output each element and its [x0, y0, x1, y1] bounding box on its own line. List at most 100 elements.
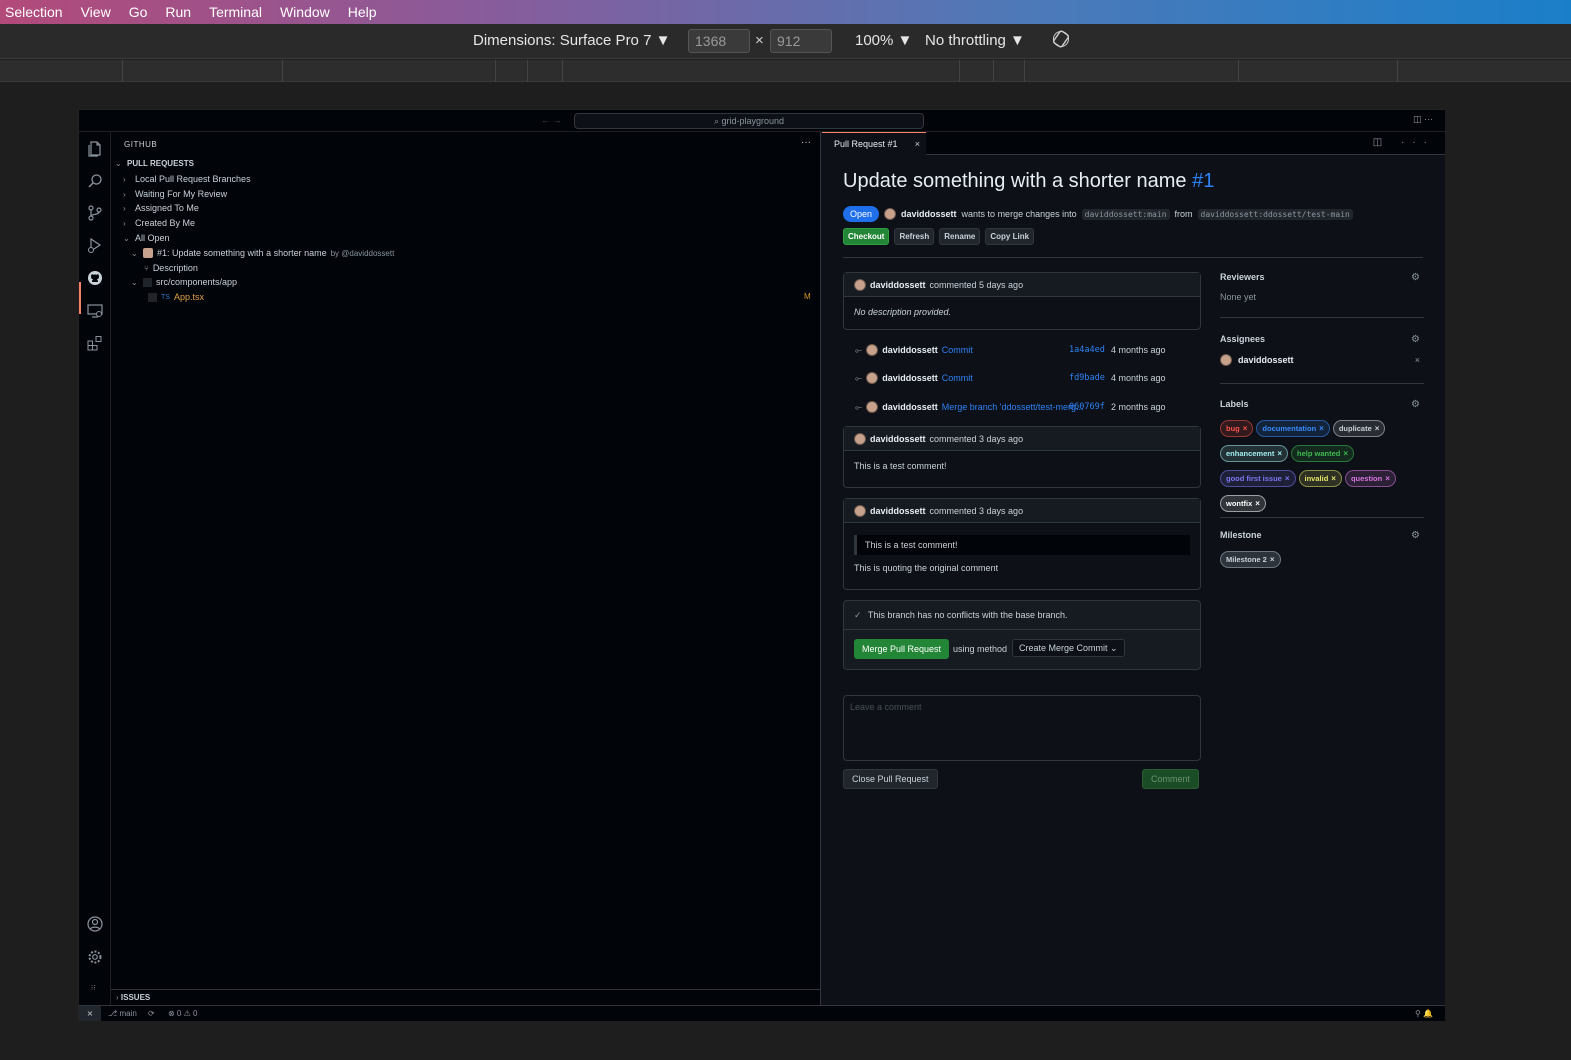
tree-item-file[interactable]: TS App.tsx [148, 292, 204, 302]
zoom-select[interactable]: 100% ▼ [855, 32, 912, 49]
device-height-input[interactable]: 912 [770, 29, 832, 53]
editor-actions[interactable]: ◫ ··· [1373, 137, 1435, 148]
media-query-segment[interactable] [0, 60, 123, 82]
merge-method-select[interactable]: Create Merge Commit ⌄ [1012, 639, 1125, 657]
tab-pull-request[interactable]: Pull Request #1 × [822, 132, 926, 155]
nav-arrows[interactable]: ← → [541, 115, 562, 125]
label-good-first-issue[interactable]: good first issue × [1220, 470, 1296, 487]
label-question[interactable]: question × [1344, 470, 1396, 487]
remove-label-icon[interactable]: × [1285, 474, 1290, 483]
sync-icon[interactable]: ⟳ [148, 1009, 155, 1018]
more-actions-icon[interactable]: ··· [801, 137, 811, 148]
tree-item-local-branches[interactable]: › Local Pull Request Branches [123, 174, 251, 184]
close-pr-button[interactable]: Close Pull Request [843, 769, 938, 789]
remove-milestone-icon[interactable]: × [1270, 555, 1275, 564]
menu-item-view[interactable]: View [72, 4, 120, 20]
rotate-icon[interactable] [1052, 30, 1070, 48]
commit-author[interactable]: daviddossett [882, 402, 938, 412]
comment-textarea[interactable]: Leave a comment [843, 695, 1201, 761]
menu-item-go[interactable]: Go [120, 4, 157, 20]
media-query-segment[interactable] [528, 60, 563, 82]
menu-item-terminal[interactable]: Terminal [200, 4, 271, 20]
comment-button[interactable]: Comment [1142, 769, 1200, 789]
comment-author[interactable]: daviddossett [870, 506, 926, 516]
remote-explorer-icon[interactable] [86, 302, 104, 320]
gear-icon[interactable]: ⚙ [1411, 399, 1420, 410]
notifications-icon[interactable]: ⚲ 🔔 [1415, 1009, 1433, 1018]
tree-item-waiting-review[interactable]: › Waiting For My Review [123, 189, 227, 199]
gear-icon[interactable]: ⚙ [1411, 530, 1420, 541]
commit-sha[interactable]: 060769f [1069, 402, 1105, 412]
copy-link-button[interactable]: Copy Link [985, 228, 1035, 245]
remove-label-icon[interactable]: × [1331, 474, 1336, 483]
assignee-name[interactable]: daviddossett [1238, 355, 1294, 365]
device-width-input[interactable]: 1368 [688, 29, 750, 53]
commit-message[interactable]: Commit [942, 345, 973, 355]
remove-label-icon[interactable]: × [1319, 424, 1324, 433]
media-query-segment[interactable] [496, 60, 528, 82]
author-name[interactable]: daviddossett [901, 209, 957, 219]
commit-author[interactable]: daviddossett [882, 373, 938, 383]
remove-label-icon[interactable]: × [1343, 449, 1348, 458]
remove-label-icon[interactable]: × [1277, 449, 1282, 458]
commit-message[interactable]: Merge branch 'ddossett/test-merg... [942, 402, 1084, 412]
account-icon[interactable] [86, 915, 104, 933]
media-query-segment[interactable] [960, 60, 994, 82]
commit-author[interactable]: daviddossett [882, 345, 938, 355]
tree-item-description[interactable]: ⑂ Description [144, 263, 198, 273]
pr-number-link[interactable]: #1 [1192, 170, 1214, 192]
remove-label-icon[interactable]: × [1375, 424, 1380, 433]
label-bug[interactable]: bug × [1220, 420, 1254, 437]
menu-item-help[interactable]: Help [339, 4, 386, 20]
source-control-icon[interactable] [86, 204, 104, 222]
throttling-select[interactable]: No throttling ▼ [925, 32, 1025, 49]
label-enhancement[interactable]: enhancement × [1220, 445, 1289, 462]
remove-label-icon[interactable]: × [1255, 499, 1260, 508]
label-help-wanted[interactable]: help wanted × [1291, 445, 1355, 462]
pull-requests-section[interactable]: ⌄ PULL REQUESTS [115, 159, 194, 168]
media-query-segment[interactable] [563, 60, 960, 82]
menu-item-run[interactable]: Run [156, 4, 200, 20]
media-query-segment[interactable] [123, 60, 283, 82]
remove-label-icon[interactable]: × [1243, 424, 1248, 433]
gear-icon[interactable]: ⚙ [1411, 272, 1420, 283]
menu-item-selection[interactable]: Selection [0, 4, 72, 20]
commit-sha[interactable]: 1a4a4ed [1069, 345, 1105, 355]
tree-item-folder[interactable]: ⌄ src/components/app [131, 277, 237, 287]
comment-author[interactable]: daviddossett [870, 434, 926, 444]
refresh-button[interactable]: Refresh [894, 228, 935, 245]
gear-icon[interactable]: ⚙ [1411, 334, 1420, 345]
menu-item-window[interactable]: Window [271, 4, 339, 20]
command-center[interactable]: ⌕ grid-playground [574, 113, 924, 129]
github-icon[interactable] [86, 269, 104, 287]
milestone-label[interactable]: Milestone 2 × [1220, 551, 1281, 568]
run-debug-icon[interactable] [86, 236, 104, 254]
label-invalid[interactable]: invalid × [1298, 470, 1342, 487]
media-query-segment[interactable] [1025, 60, 1239, 82]
tree-item-assigned[interactable]: › Assigned To Me [123, 203, 199, 213]
label-documentation[interactable]: documentation × [1256, 420, 1330, 437]
search-icon[interactable] [86, 172, 104, 190]
rename-button[interactable]: Rename [939, 228, 981, 245]
commit-message[interactable]: Commit [942, 373, 973, 383]
tree-item-created[interactable]: › Created By Me [123, 218, 195, 228]
media-query-segment[interactable] [994, 60, 1025, 82]
remote-indicator[interactable]: ⨯ [79, 1006, 101, 1021]
layout-icon[interactable]: ◫ ··· [1413, 114, 1433, 125]
branch-indicator[interactable]: ⎇ main [108, 1009, 137, 1018]
explorer-icon[interactable] [86, 140, 104, 158]
comment-author[interactable]: daviddossett [870, 280, 926, 290]
close-icon[interactable]: × [915, 139, 920, 149]
extensions-icon[interactable] [86, 334, 104, 352]
tree-item-all-open[interactable]: ⌄ All Open [123, 233, 170, 243]
problems-indicator[interactable]: ⊗ 0 ⚠ 0 [168, 1009, 197, 1018]
label-duplicate[interactable]: duplicate × [1332, 420, 1386, 437]
commit-sha[interactable]: fd9bade [1069, 373, 1105, 383]
remove-label-icon[interactable]: × [1385, 474, 1390, 483]
checkout-button[interactable]: Checkout [843, 228, 890, 245]
remove-assignee-icon[interactable]: × [1415, 355, 1420, 365]
media-query-segment[interactable] [1239, 60, 1398, 82]
device-dimensions-select[interactable]: Dimensions: Surface Pro 7 ▼ [473, 32, 670, 49]
media-query-segment[interactable] [283, 60, 496, 82]
label-wontfix[interactable]: wontfix × [1220, 495, 1266, 512]
